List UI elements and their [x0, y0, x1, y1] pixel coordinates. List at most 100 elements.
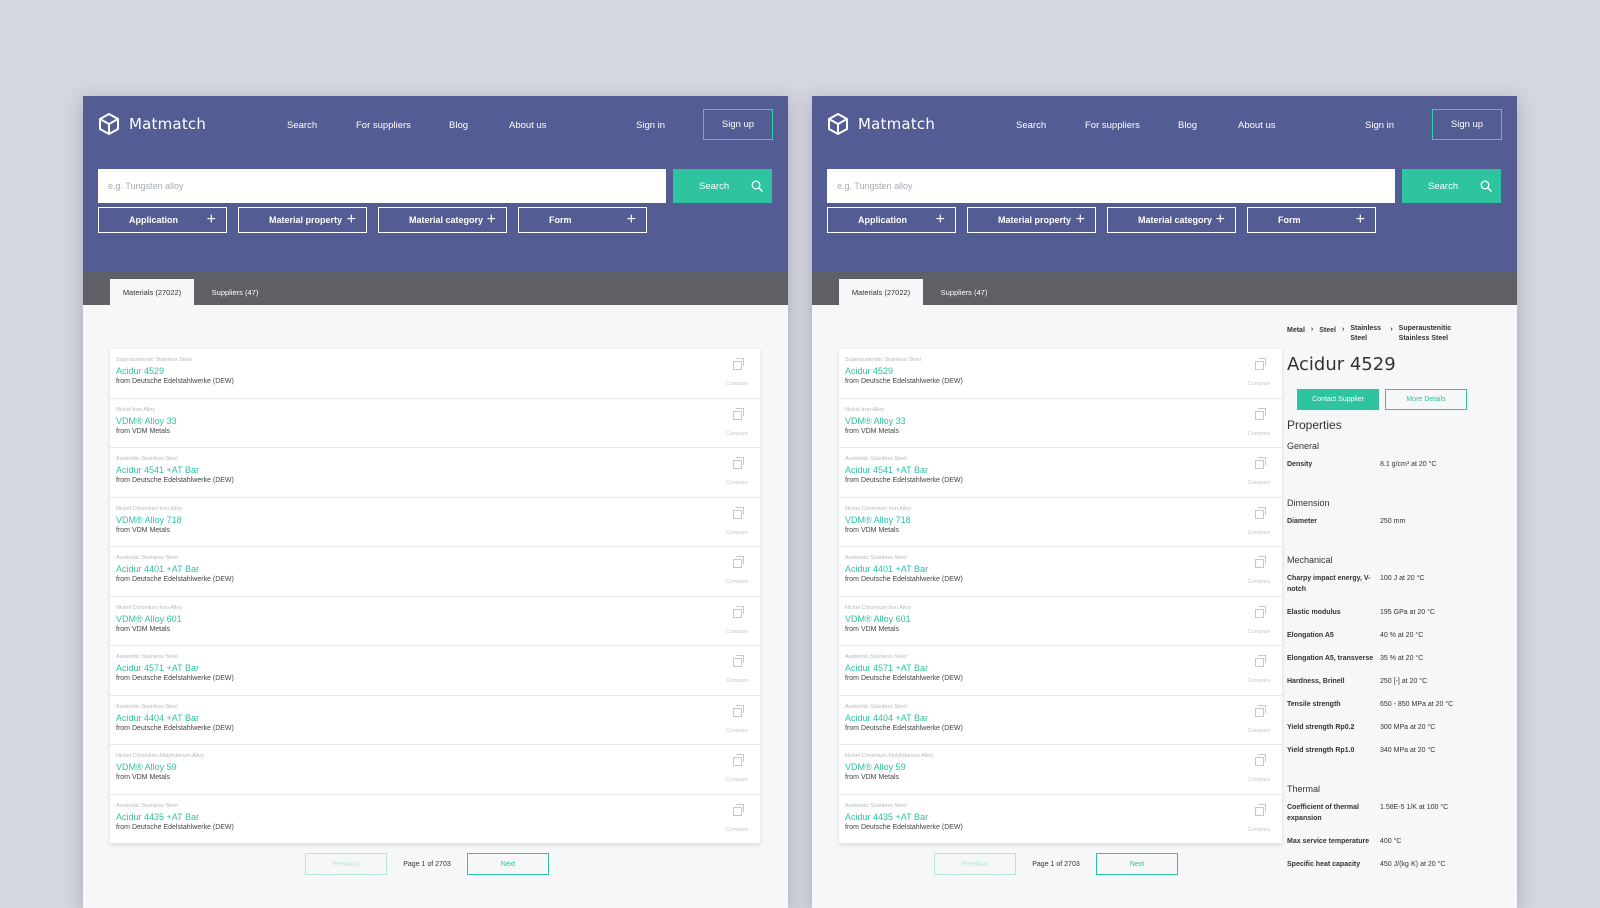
nav-about-us[interactable]: About us [1238, 120, 1276, 131]
material-list-item[interactable]: Austenitic Stainless Steel Acidur 4571 +A… [110, 646, 760, 696]
filter-form[interactable]: Form + [518, 207, 647, 233]
material-list-item[interactable]: Superaustenitic Stainless Steel Acidur 45… [839, 349, 1282, 399]
material-name-link[interactable]: Acidur 4541 +AT Bar [845, 465, 1282, 475]
compare-button[interactable]: Compare [724, 407, 750, 440]
logo[interactable]: Matmatch [97, 112, 206, 136]
material-name-link[interactable]: Acidur 4529 [116, 366, 760, 376]
material-name-link[interactable]: VDM® Alloy 718 [116, 515, 760, 525]
nav-about-us[interactable]: About us [509, 120, 547, 131]
material-list-item[interactable]: Austenitic Stainless Steel Acidur 4541 +A… [839, 448, 1282, 498]
compare-button[interactable]: Compare [724, 754, 750, 786]
breadcrumb-item[interactable]: Stainless Steel [1350, 324, 1384, 344]
compare-button[interactable]: Compare [1246, 457, 1272, 489]
nav-for-suppliers[interactable]: For suppliers [1085, 120, 1140, 131]
compare-button[interactable]: Compare [1246, 358, 1272, 390]
material-name-link[interactable]: Acidur 4571 +AT Bar [845, 663, 1282, 673]
compare-button[interactable]: Compare [1246, 506, 1272, 539]
material-name-link[interactable]: Acidur 4435 +AT Bar [845, 812, 1282, 822]
compare-button[interactable]: Compare [724, 704, 750, 737]
material-list-item[interactable]: Austenitic Stainless Steel Acidur 4404 +A… [110, 696, 760, 745]
compare-button[interactable]: Compare [724, 605, 750, 638]
search-input[interactable] [827, 169, 1395, 203]
filter-material-property[interactable]: Material property + [967, 207, 1096, 233]
tab-materials[interactable]: Materials (27022) [839, 279, 923, 305]
material-name-link[interactable]: Acidur 4435 +AT Bar [116, 812, 760, 822]
material-name-link[interactable]: Acidur 4541 +AT Bar [116, 465, 760, 475]
material-list-item[interactable]: Nickel Iron Alloy VDM® Alloy 33 from VDM M… [839, 399, 1282, 448]
material-list-item[interactable]: Austenitic Stainless Steel Acidur 4541 +A… [110, 448, 760, 498]
filter-material-property[interactable]: Material property + [238, 207, 367, 233]
sign-in-link[interactable]: Sign in [636, 120, 665, 131]
material-list-item[interactable]: Nickel Iron Alloy VDM® Alloy 33 from VDM M… [110, 399, 760, 448]
material-name-link[interactable]: Acidur 4404 +AT Bar [845, 713, 1282, 723]
material-name-link[interactable]: VDM® Alloy 33 [845, 416, 1282, 426]
material-list-item[interactable]: Austenitic Stainless Steel Acidur 4571 +A… [839, 646, 1282, 696]
material-list-item[interactable]: Austenitic Stainless Steel Acidur 4435 +A… [110, 795, 760, 844]
material-name-link[interactable]: VDM® Alloy 33 [116, 416, 760, 426]
material-name-link[interactable]: Acidur 4404 +AT Bar [116, 713, 760, 723]
material-list-item[interactable]: Nickel Chromium Iron Alloy VDM® Alloy 601… [110, 597, 760, 646]
nav-search[interactable]: Search [1016, 120, 1046, 131]
nav-for-suppliers[interactable]: For suppliers [356, 120, 411, 131]
compare-button[interactable]: Compare [1246, 655, 1272, 687]
material-list-item[interactable]: Superaustenitic Stainless Steel Acidur 45… [110, 349, 760, 399]
material-list-item[interactable]: Nickel Chromium Molybdenum Alloy VDM® All… [839, 745, 1282, 795]
next-button[interactable]: Next [467, 853, 549, 875]
compare-button[interactable]: Compare [1246, 704, 1272, 737]
nav-blog[interactable]: Blog [449, 120, 468, 131]
material-list-item[interactable]: Nickel Chromium Molybdenum Alloy VDM® All… [110, 745, 760, 795]
material-list-item[interactable]: Austenitic Stainless Steel Acidur 4404 +A… [839, 696, 1282, 745]
sign-up-button[interactable]: Sign up [1432, 109, 1502, 140]
breadcrumb-item[interactable]: Superaustenitic Stainless Steel [1399, 324, 1461, 344]
material-name-link[interactable]: VDM® Alloy 59 [116, 762, 760, 772]
sign-up-button[interactable]: Sign up [703, 109, 773, 140]
search-button[interactable]: Search [673, 169, 772, 203]
breadcrumb-item[interactable]: Steel [1319, 324, 1336, 334]
material-list-item[interactable]: Austenitic Stainless Steel Acidur 4401 +A… [110, 547, 760, 597]
tab-suppliers[interactable]: Suppliers (47) [199, 279, 271, 305]
filter-material-category[interactable]: Material category + [378, 207, 507, 233]
more-details-button[interactable]: More Details [1385, 389, 1467, 410]
compare-button[interactable]: Compare [724, 358, 750, 390]
compare-button[interactable]: Compare [1246, 556, 1272, 588]
material-list-item[interactable]: Nickel Chromium Iron Alloy VDM® Alloy 718… [839, 498, 1282, 547]
material-name-link[interactable]: Acidur 4401 +AT Bar [116, 564, 760, 574]
search-button[interactable]: Search [1402, 169, 1501, 203]
sign-in-link[interactable]: Sign in [1365, 120, 1394, 131]
filter-application[interactable]: Application + [98, 207, 227, 233]
nav-search[interactable]: Search [287, 120, 317, 131]
compare-button[interactable]: Compare [724, 556, 750, 588]
nav-blog[interactable]: Blog [1178, 120, 1197, 131]
contact-supplier-button[interactable]: Contact Supplier [1297, 389, 1379, 410]
material-list-item[interactable]: Austenitic Stainless Steel Acidur 4401 +A… [839, 547, 1282, 597]
material-name-link[interactable]: Acidur 4571 +AT Bar [116, 663, 760, 673]
compare-button[interactable]: Compare [1246, 754, 1272, 786]
material-list-item[interactable]: Austenitic Stainless Steel Acidur 4435 +A… [839, 795, 1282, 844]
compare-button[interactable]: Compare [724, 803, 750, 836]
filter-form[interactable]: Form + [1247, 207, 1376, 233]
material-name-link[interactable]: VDM® Alloy 601 [845, 614, 1282, 624]
compare-button[interactable]: Compare [724, 457, 750, 489]
logo[interactable]: Matmatch [826, 112, 935, 136]
compare-button[interactable]: Compare [1246, 605, 1272, 638]
material-name-link[interactable]: Acidur 4401 +AT Bar [845, 564, 1282, 574]
material-name-link[interactable]: VDM® Alloy 59 [845, 762, 1282, 772]
material-name-link[interactable]: VDM® Alloy 601 [116, 614, 760, 624]
previous-button[interactable]: Previous [305, 853, 387, 875]
compare-button[interactable]: Compare [1246, 407, 1272, 440]
compare-button[interactable]: Compare [724, 655, 750, 687]
material-list-item[interactable]: Nickel Chromium Iron Alloy VDM® Alloy 601… [839, 597, 1282, 646]
material-list-item[interactable]: Nickel Chromium Iron Alloy VDM® Alloy 718… [110, 498, 760, 547]
next-button[interactable]: Next [1096, 853, 1178, 875]
compare-button[interactable]: Compare [1246, 803, 1272, 836]
breadcrumb-item[interactable]: Metal [1287, 324, 1305, 334]
tab-suppliers[interactable]: Suppliers (47) [928, 279, 1000, 305]
material-name-link[interactable]: VDM® Alloy 718 [845, 515, 1282, 525]
filter-application[interactable]: Application + [827, 207, 956, 233]
filter-material-category[interactable]: Material category + [1107, 207, 1236, 233]
search-input[interactable] [98, 169, 666, 203]
previous-button[interactable]: Previous [934, 853, 1016, 875]
material-name-link[interactable]: Acidur 4529 [845, 366, 1282, 376]
tab-materials[interactable]: Materials (27022) [110, 279, 194, 305]
compare-button[interactable]: Compare [724, 506, 750, 539]
